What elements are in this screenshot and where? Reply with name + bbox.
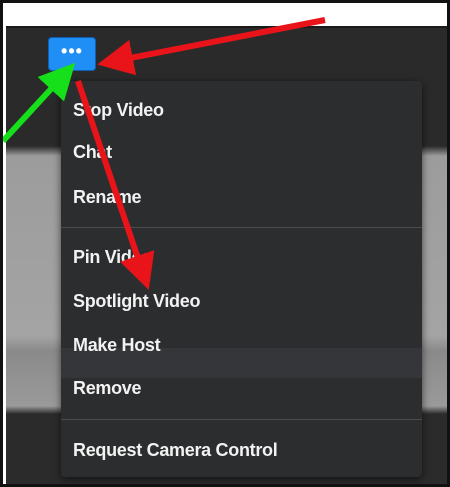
screenshot-frame: ••• Stop Video Chat Rename Pin Video Spo… [0, 0, 450, 487]
chat-menu-item[interactable]: Chat [73, 140, 112, 164]
participant-context-menu: Stop Video Chat Rename Pin Video Spotlig… [61, 81, 422, 477]
rename-menu-item[interactable]: Rename [73, 185, 142, 209]
remove-menu-item[interactable]: Remove [73, 376, 142, 400]
menu-divider [61, 419, 422, 420]
make-host-menu-item[interactable]: Make Host [73, 333, 161, 357]
top-window-strip [6, 6, 447, 26]
menu-divider [61, 227, 422, 228]
pin-video-menu-item[interactable]: Pin Video [73, 245, 152, 269]
request-camera-control-menu-item[interactable]: Request Camera Control [73, 438, 278, 462]
spotlight-video-menu-item[interactable]: Spotlight Video [73, 289, 200, 313]
more-options-button[interactable]: ••• [48, 37, 96, 71]
stop-video-menu-item[interactable]: Stop Video [73, 98, 164, 122]
